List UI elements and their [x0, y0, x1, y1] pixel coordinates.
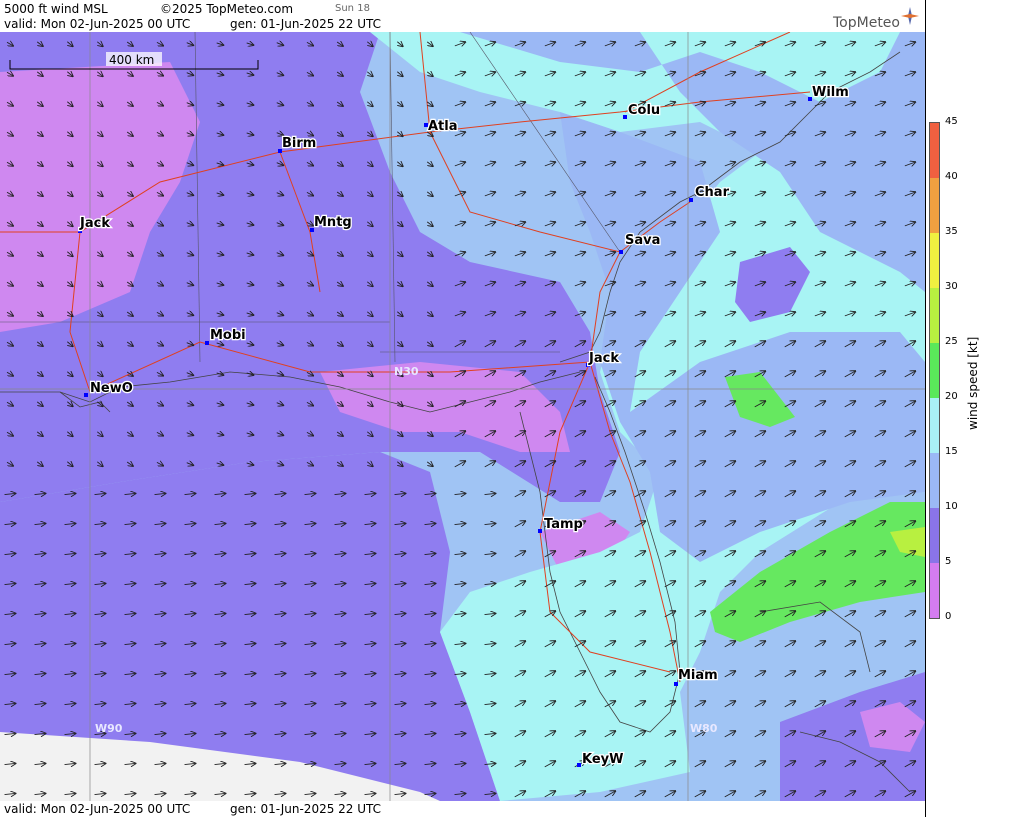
gen-time: gen: 01-Jun-2025 22 UTC — [230, 17, 382, 31]
colorbar-tick: 25 — [945, 336, 958, 347]
city-char: Char — [695, 185, 730, 200]
colorbar-tick: 15 — [945, 446, 958, 457]
wind-speed-field — [0, 32, 925, 801]
wind-map[interactable]: N30 W90 W80 400 km Atla Birm Colu Wilm C… — [0, 32, 925, 801]
grid-label-w90: W90 — [95, 722, 123, 735]
city-birm: Birm — [282, 136, 316, 151]
city-colu: Colu — [628, 103, 660, 118]
city-mntg: Mntg — [314, 215, 352, 230]
city-atla: Atla — [428, 119, 458, 134]
colorbar-tick: 20 — [945, 391, 958, 402]
grid-label-n30: N30 — [394, 365, 419, 378]
colorbar-tick: 10 — [945, 501, 958, 512]
copyright-text: ©2025 TopMeteo.com — [160, 2, 294, 16]
colorbar-tick: 45 — [945, 116, 958, 127]
sun-label: Sun 18 — [335, 3, 370, 14]
footer-valid-time: valid: Mon 02-Jun-2025 00 UTC — [4, 802, 191, 816]
brand-name: TopMeteo — [833, 15, 900, 31]
city-jack-fl: Jack — [588, 351, 619, 366]
footer-gen-time: gen: 01-Jun-2025 22 UTC — [230, 802, 382, 816]
city-jack-ms: Jack — [79, 216, 110, 231]
header-bar: 5000 ft wind MSL ©2025 TopMeteo.com Sun … — [0, 0, 925, 32]
compass-icon — [901, 7, 919, 25]
city-tamp: Tamp — [544, 517, 583, 532]
colorbar-tick: 0 — [945, 611, 952, 622]
city-keyw: KeyW — [582, 752, 623, 767]
wind-speed-colorbar — [929, 122, 940, 619]
city-newo: NewO — [90, 381, 133, 396]
footer-bar: valid: Mon 02-Jun-2025 00 UTC gen: 01-Ju… — [0, 801, 925, 817]
city-sava: Sava — [625, 233, 660, 248]
colorbar-tick: 40 — [945, 171, 958, 182]
grid-label-w80: W80 — [690, 722, 718, 735]
city-wilm: Wilm — [812, 85, 849, 100]
brand-logo: TopMeteo — [833, 7, 919, 31]
colorbar-tick: 35 — [945, 226, 958, 237]
city-miam: Miam — [678, 668, 718, 683]
colorbar-title: wind speed [kt] — [966, 336, 980, 430]
colorbar-tick: 5 — [945, 556, 952, 567]
scale-bar-label: 400 km — [109, 53, 154, 67]
product-title: 5000 ft wind MSL — [4, 2, 108, 16]
colorbar-tick: 30 — [945, 281, 958, 292]
city-mobi: Mobi — [210, 328, 246, 343]
valid-time: valid: Mon 02-Jun-2025 00 UTC — [4, 17, 191, 31]
